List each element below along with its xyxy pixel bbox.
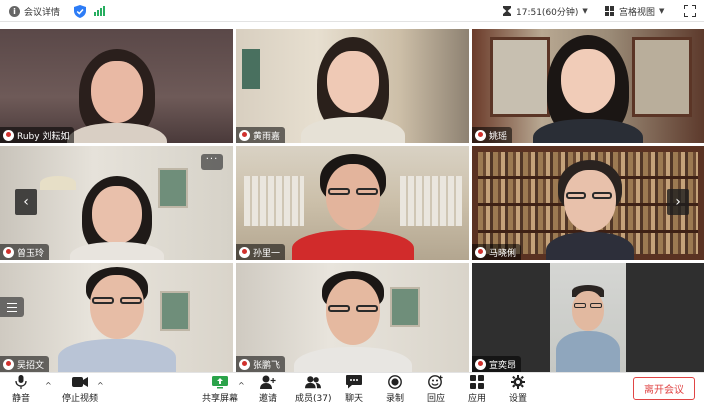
participant-video: [540, 160, 640, 260]
share-screen-label: 共享屏幕: [202, 394, 239, 404]
video-tile[interactable]: 姚瑶: [472, 29, 704, 143]
participant-name: 马晓俐: [489, 248, 517, 259]
members-label: 成员(37): [295, 394, 332, 404]
participant-video: [57, 49, 177, 143]
video-tile[interactable]: Ruby 刘耘如: [0, 29, 233, 143]
mute-label: 静音: [12, 394, 31, 404]
video-tile[interactable]: 张鹏飞: [236, 263, 469, 372]
fullscreen-icon: [684, 5, 696, 17]
members-button[interactable]: 成员(37): [295, 375, 331, 404]
chat-button[interactable]: 聊天: [345, 375, 363, 404]
record-button[interactable]: 录制: [386, 375, 404, 404]
participant-video: [523, 35, 653, 143]
next-page-button[interactable]: ›: [667, 189, 689, 215]
members-icon: [305, 375, 322, 389]
stop-video-button[interactable]: 停止视频: [62, 375, 98, 404]
video-grid: Ruby 刘耘如 黄雨嘉 姚瑶 曾玉玲 ··· 孙里一 马晓俐 吴招文 张鹏飞 …: [0, 29, 704, 372]
mic-muted-icon: [239, 358, 250, 370]
participant-nametag: 黄雨嘉: [236, 127, 286, 143]
video-tile[interactable]: 吴招文: [0, 263, 233, 372]
view-label: 宫格视图: [619, 7, 656, 18]
participant-video: [550, 263, 626, 372]
participant-video: [62, 176, 172, 260]
participant-nametag: Ruby 刘耘如: [0, 127, 75, 143]
participant-name: 吴招文: [17, 360, 45, 371]
share-screen-button[interactable]: 共享屏幕: [202, 375, 238, 404]
mic-muted-icon: [239, 129, 250, 141]
participant-nametag: 姚瑶: [472, 127, 513, 143]
participant-name: 宣奕昂: [489, 360, 517, 371]
participant-nametag: 宣奕昂: [472, 356, 522, 372]
prev-page-button[interactable]: ‹: [15, 189, 37, 215]
share-screen-icon: [212, 375, 228, 389]
participant-video: [288, 154, 418, 260]
bottom-toolbar: 静音 ^ 停止视频 ^ 共享屏幕 ^ 邀请 成员(37) 聊天 录制 回应 应用…: [0, 372, 704, 405]
participant-video: [52, 267, 182, 372]
participant-video: [293, 37, 413, 143]
chevron-down-icon: ▼: [659, 7, 665, 15]
mic-muted-icon: [475, 358, 486, 370]
wall-picture: [242, 49, 260, 89]
participant-name: 姚瑶: [489, 131, 508, 142]
chevron-down-icon: ▼: [582, 7, 588, 15]
video-tile[interactable]: 宣奕昂: [472, 263, 704, 372]
settings-label: 设置: [509, 394, 528, 404]
add-person-icon: [260, 375, 276, 389]
settings-button[interactable]: 设置: [509, 375, 527, 404]
chat-icon: [346, 375, 362, 389]
apps-label: 应用: [468, 394, 487, 404]
chevron-up-icon[interactable]: ^: [238, 381, 245, 390]
video-camera-icon: [72, 375, 88, 389]
video-tile[interactable]: 孙里一: [236, 146, 469, 260]
participant-video: [288, 271, 418, 372]
reactions-button[interactable]: 回应: [427, 375, 445, 404]
meeting-time[interactable]: 17:51(60分钟) ▼: [502, 0, 588, 22]
tile-more-button[interactable]: ···: [201, 154, 223, 170]
status-icons: [8, 0, 105, 22]
hourglass-icon: [503, 6, 511, 16]
mute-button[interactable]: 静音: [12, 375, 30, 404]
time-label: 17:51(60分钟): [516, 7, 579, 18]
view-switcher[interactable]: 宫格视图 ▼: [605, 0, 664, 22]
mic-muted-icon: [3, 358, 14, 370]
invite-button[interactable]: 邀请: [259, 375, 277, 404]
participant-name: 孙里一: [253, 248, 281, 259]
video-tile[interactable]: 黄雨嘉: [236, 29, 469, 143]
participant-name: 黄雨嘉: [253, 131, 281, 142]
signal-icon[interactable]: [94, 6, 105, 16]
apps-button[interactable]: 应用: [468, 375, 486, 404]
record-label: 录制: [386, 394, 405, 404]
participant-nametag: 张鹏飞: [236, 356, 286, 372]
leave-meeting-button[interactable]: 离开会议: [633, 377, 695, 400]
mic-muted-icon: [239, 246, 250, 258]
mic-muted-icon: [475, 246, 486, 258]
invite-label: 邀请: [259, 394, 278, 404]
participant-nametag: 孙里一: [236, 244, 286, 260]
mic-muted-icon: [3, 129, 14, 141]
participant-name: 张鹏飞: [253, 360, 281, 371]
participant-name: Ruby 刘耘如: [17, 131, 70, 142]
chevron-up-icon[interactable]: ^: [97, 381, 104, 390]
participant-list-toggle[interactable]: [0, 297, 24, 317]
chat-label: 聊天: [345, 394, 364, 404]
smiley-icon: [428, 375, 444, 389]
record-icon: [387, 375, 403, 389]
participant-nametag: 曾玉玲: [0, 244, 50, 260]
chevron-up-icon[interactable]: ^: [45, 381, 52, 390]
shield-icon[interactable]: [74, 4, 86, 18]
participant-nametag: 马晓俐: [472, 244, 522, 260]
reactions-label: 回应: [427, 394, 446, 404]
microphone-icon: [13, 375, 29, 389]
top-bar: i 会议详情 17:51(60分钟) ▼ 宫格视图 ▼: [0, 0, 704, 22]
mic-muted-icon: [3, 246, 14, 258]
participant-nametag: 吴招文: [0, 356, 50, 372]
apps-icon: [469, 375, 485, 389]
stop-video-label: 停止视频: [62, 394, 99, 404]
fullscreen-button[interactable]: [684, 0, 696, 22]
gear-icon: [510, 375, 526, 389]
participant-name: 曾玉玲: [17, 248, 45, 259]
mic-muted-icon: [475, 129, 486, 141]
grid-view-icon: [605, 6, 615, 16]
